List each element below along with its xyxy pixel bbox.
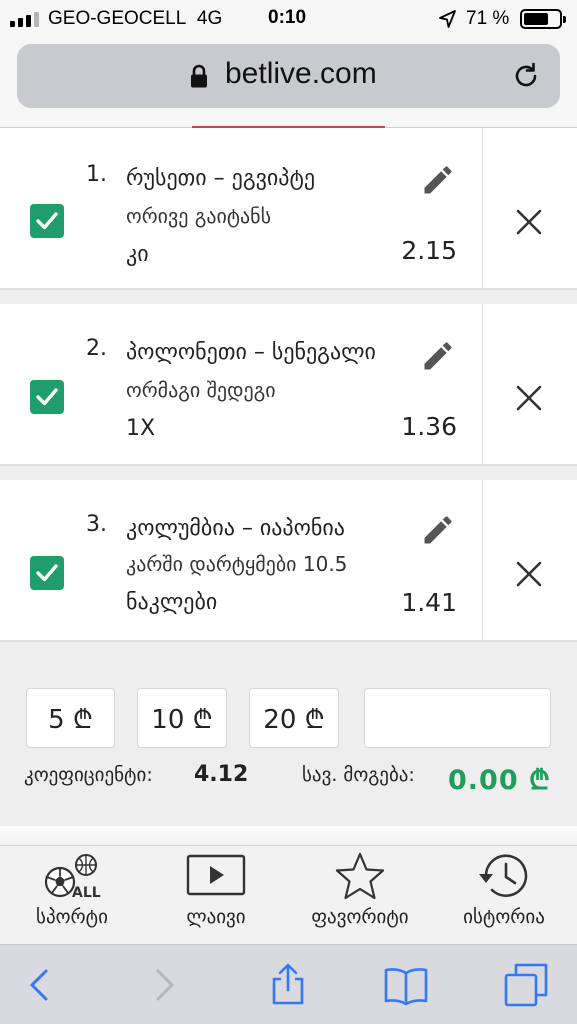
battery-icon <box>520 9 566 29</box>
nav-label-live: ლაივი <box>186 906 246 928</box>
carrier-name: GEO-GEOCELL 4G <box>48 8 223 29</box>
browser-address-area: betlive.com <box>0 38 577 128</box>
nav-item-history[interactable]: ისტორია <box>432 846 576 944</box>
close-icon[interactable] <box>513 382 545 414</box>
bet-checkbox[interactable] <box>30 204 64 238</box>
address-bar[interactable]: betlive.com <box>17 44 560 108</box>
live-play-icon <box>186 854 246 896</box>
possible-win-value: 0.00 ₾ <box>448 765 551 796</box>
bet-market: ორივე გაიტანს <box>126 204 272 228</box>
signal-strength-icon <box>10 11 39 27</box>
bet-number: 2. <box>86 336 107 361</box>
bet-odds: 2.15 <box>401 236 457 265</box>
bet-match: პოლონეთი – სენეგალი <box>126 340 376 365</box>
bet-slip-item: 3. კოლუმბია – იაპონია კარში დარტყმები 10… <box>0 480 577 642</box>
tabs-icon[interactable] <box>504 963 548 1007</box>
bet-selection: კი <box>126 242 149 267</box>
stake-20-button[interactable]: 20 ₾ <box>249 688 339 748</box>
share-icon[interactable] <box>266 963 310 1007</box>
divider <box>482 480 483 640</box>
location-arrow-icon <box>439 10 456 28</box>
bet-market: ორმაგი შედეგი <box>126 378 276 402</box>
bet-selection: 1X <box>126 416 156 441</box>
forward-icon[interactable] <box>142 963 186 1007</box>
divider <box>482 128 483 288</box>
nav-item-live[interactable]: ლაივი <box>144 846 288 944</box>
network-type: 4G <box>196 8 223 29</box>
stake-5-button[interactable]: 5 ₾ <box>26 688 115 748</box>
divider <box>482 304 483 464</box>
bet-market: კარში დარტყმები 10.5 <box>126 552 348 576</box>
edit-pencil-icon[interactable] <box>420 338 456 374</box>
battery-percent: 71 % <box>466 8 510 29</box>
bet-checkbox[interactable] <box>30 380 64 414</box>
stake-panel: 5 ₾ 10 ₾ 20 ₾ კოეფიციენტი: 4.12 სავ. მოგ… <box>0 656 577 826</box>
star-icon <box>335 852 385 900</box>
stake-amount-input[interactable] <box>364 688 551 748</box>
nav-label-sports: სპორტი <box>36 906 108 928</box>
sports-all-icon: ALL <box>44 854 101 901</box>
status-bar: GEO-GEOCELL 4G 0:10 71 % <box>0 0 577 38</box>
nav-item-favorites[interactable]: ფავორიტი <box>288 846 432 944</box>
possible-win-label: სავ. მოგება: <box>302 764 415 786</box>
edit-pencil-icon[interactable] <box>420 162 456 198</box>
bottom-nav: ALL სპორტი ლაივი ფავორიტი ისტორია <box>0 846 577 944</box>
bet-slip-item: 2. პოლონეთი – სენეგალი ორმაგი შედეგი 1X … <box>0 304 577 466</box>
nav-label-history: ისტორია <box>463 906 545 928</box>
stake-10-button[interactable]: 10 ₾ <box>137 688 227 748</box>
bet-checkbox[interactable] <box>30 556 64 590</box>
all-icon-text: ALL <box>72 885 101 901</box>
history-icon <box>479 854 528 897</box>
back-icon[interactable] <box>18 963 62 1007</box>
bet-match: რუსეთი – ეგვიპტე <box>126 166 316 191</box>
bet-number: 1. <box>86 162 107 187</box>
bet-match: კოლუმბია – იაპონია <box>126 516 345 541</box>
bet-selection: ნაკლები <box>126 590 218 615</box>
bet-slip-item: 1. რუსეთი – ეგვიპტე ორივე გაიტანს კი 2.1… <box>0 128 577 290</box>
nav-label-favorites: ფავორიტი <box>311 906 409 928</box>
coefficient-value: 4.12 <box>194 762 249 787</box>
reload-icon[interactable] <box>511 61 541 91</box>
bookmarks-icon[interactable] <box>384 963 428 1007</box>
lock-icon <box>191 64 207 88</box>
clock: 0:10 <box>268 7 307 28</box>
close-icon[interactable] <box>513 206 545 238</box>
bet-odds: 1.41 <box>401 588 457 617</box>
edit-pencil-icon[interactable] <box>420 512 456 548</box>
bet-odds: 1.36 <box>401 412 457 441</box>
nav-item-sports[interactable]: ALL სპორტი <box>0 846 144 944</box>
bet-number: 3. <box>86 512 107 537</box>
battery-fill <box>524 13 548 25</box>
close-icon[interactable] <box>513 558 545 590</box>
url-text[interactable]: betlive.com <box>225 57 377 91</box>
separator <box>0 826 577 846</box>
browser-toolbar <box>0 944 577 1024</box>
coefficient-label: კოეფიციენტი: <box>24 764 153 786</box>
